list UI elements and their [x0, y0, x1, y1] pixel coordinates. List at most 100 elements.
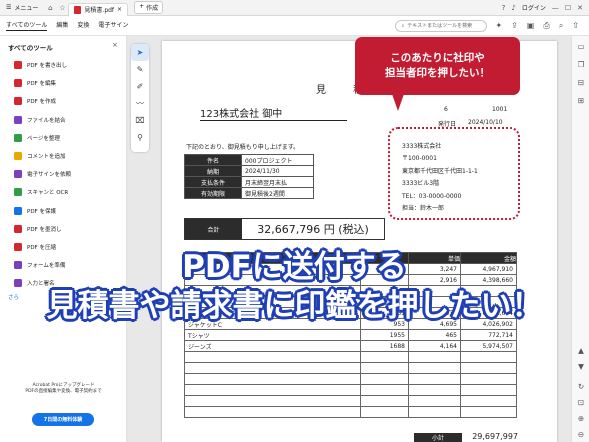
cell-amount: [460, 362, 517, 374]
sidebar-title: すべてのツール: [8, 44, 53, 52]
search-doc-icon[interactable]: ⌕: [559, 21, 563, 31]
quick-tools: ➤ ✎ ✐ 〰 ⌧ ⚲: [131, 44, 149, 152]
tool-icon: [14, 152, 22, 161]
help-icon[interactable]: ?: [502, 4, 506, 12]
text-box-icon[interactable]: ⌧: [131, 112, 149, 129]
sidebar-tool-item[interactable]: コメントを追加: [0, 147, 127, 165]
search-input[interactable]: ⌕ テキストまたはツールを検索: [395, 19, 488, 32]
page-down-icon[interactable]: ▼: [572, 362, 589, 371]
attachments-panel-icon[interactable]: ⊞: [572, 96, 589, 105]
zoom-in-icon[interactable]: ⊕: [572, 414, 589, 423]
tool-icon: [14, 61, 22, 70]
draw-icon[interactable]: 〰: [131, 95, 149, 112]
document-tab[interactable]: 見積書.pdf ×: [68, 2, 129, 16]
total-value: 32,667,796 円 (税込): [257, 223, 369, 236]
cell-amount: [460, 373, 517, 385]
share-icon[interactable]: ⇧: [572, 21, 579, 31]
bookmark-panel-icon[interactable]: ⊟: [572, 78, 589, 87]
sidebar-tool-item[interactable]: スキャンと OCR: [0, 183, 127, 201]
subtotal-label: 小計: [414, 433, 462, 442]
select-cursor-icon[interactable]: ➤: [131, 44, 149, 61]
maximize-icon[interactable]: ☐: [565, 4, 571, 12]
upload-icon[interactable]: ⇪: [511, 21, 518, 31]
tool-icon: [14, 97, 22, 106]
ai-assistant-icon[interactable]: ✦: [495, 21, 502, 31]
client-name: 123株式会社 御中: [200, 109, 283, 120]
sidebar-tool-label: PDF を墨消し: [27, 226, 62, 233]
comment-panel-icon[interactable]: ▭: [572, 42, 589, 51]
menu-all-tools[interactable]: すべてのツール: [6, 20, 48, 31]
table-row: [184, 384, 517, 396]
cell-amount: [460, 384, 517, 396]
sidebar-tool-item[interactable]: ファイルを結合: [0, 111, 127, 129]
tool-icon: [14, 188, 22, 197]
sidebar-tool-item[interactable]: PDF を墨消し: [0, 220, 127, 238]
close-sidebar-icon[interactable]: ×: [112, 41, 118, 49]
tool-icon: [14, 206, 22, 215]
promo-line2: PDFの直接編集や変換、電子契約まで: [25, 389, 102, 394]
upgrade-promo: Acrobat Proにアップグレード PDFの直接編集や変換、電子契約まで: [0, 383, 127, 395]
add-comment-icon[interactable]: ✎: [131, 61, 149, 78]
close-tab-icon[interactable]: ×: [117, 6, 122, 13]
free-trial-button[interactable]: 7日間の無料体験: [32, 413, 94, 426]
bell-icon[interactable]: ♪: [511, 4, 515, 12]
tool-icon: [14, 170, 22, 179]
menu-convert[interactable]: 変換: [77, 20, 89, 31]
fit-page-icon[interactable]: ⊡: [572, 398, 589, 407]
sidebar-tool-label: 電子サインを依頼: [27, 172, 72, 179]
menu-label: メニュー: [14, 5, 39, 12]
highlight-icon[interactable]: ✐: [131, 78, 149, 95]
cell-price: 465: [408, 329, 461, 341]
menu-button[interactable]: ☰ メニュー: [0, 0, 44, 16]
info-row: 支払条件 月末締翌月末払: [184, 176, 314, 188]
stamp-icon[interactable]: ⚲: [131, 129, 149, 146]
sidebar-tool-item[interactable]: 電子サインを依頼: [0, 165, 127, 183]
save-icon[interactable]: ▣: [527, 21, 535, 31]
info-value: 月末締翌月末払: [241, 176, 314, 188]
hamburger-icon: ☰: [6, 4, 12, 11]
doc-number-label: 6: [444, 106, 448, 113]
table-row: [184, 362, 517, 374]
new-tab-label: 作成: [146, 5, 159, 12]
menu-edit[interactable]: 編集: [56, 20, 68, 31]
search-icon: ⌕: [401, 22, 405, 29]
table-row: [184, 373, 517, 385]
login-button[interactable]: ログイン: [522, 3, 546, 12]
home-icon[interactable]: ⌂: [44, 4, 56, 12]
client-underline: [200, 120, 347, 121]
subtotal-value: 29,697,997: [472, 432, 518, 441]
rotate-icon[interactable]: ↻: [572, 382, 589, 391]
sidebar-tool-item[interactable]: ページを整理: [0, 129, 127, 147]
close-window-icon[interactable]: ✕: [577, 4, 583, 12]
star-icon[interactable]: ☆: [56, 4, 68, 12]
info-label: 支払条件: [184, 176, 242, 188]
info-row: 納期 2024/11/30: [184, 165, 314, 177]
info-row: 有効期限 御見積後2週間: [184, 187, 314, 199]
cell-price: [408, 395, 461, 407]
page-up-icon[interactable]: ▲: [572, 346, 589, 355]
cell-item: [184, 395, 361, 407]
tool-icon: [14, 115, 22, 124]
search-placeholder: テキストまたはツールを検索: [407, 23, 473, 29]
cell-qty: [360, 373, 409, 385]
zoom-out-icon[interactable]: ⊖: [572, 430, 589, 439]
cell-price: [408, 351, 461, 363]
sidebar-tool-item[interactable]: PDF を作成: [0, 92, 127, 110]
sidebar-tool-item[interactable]: PDF を書き出し: [0, 56, 127, 74]
tab-title: 見積書.pdf: [84, 7, 115, 14]
minimize-icon[interactable]: —: [552, 4, 559, 12]
cell-qty: [360, 395, 409, 407]
main-toolbar: すべてのツール 編集 変換 電子サイン ⌕ テキストまたはツールを検索 ✦ ⇪ …: [0, 16, 589, 36]
sidebar-tool-item[interactable]: PDF を編集: [0, 74, 127, 92]
tools-sidebar: すべてのツール × PDF を書き出し PDF を編集 PDF を作成ファイルを結合…: [0, 36, 127, 442]
menu-esign[interactable]: 電子サイン: [98, 20, 128, 31]
print-icon[interactable]: ⎙: [543, 21, 549, 31]
cell-item: [184, 373, 361, 385]
cell-item: [184, 384, 361, 396]
sidebar-tool-item[interactable]: PDF を保護: [0, 202, 127, 220]
sidebar-tool-label: PDF を作成: [27, 99, 56, 106]
pages-panel-icon[interactable]: ❐: [572, 60, 589, 69]
new-tab-button[interactable]: + 作成: [134, 1, 164, 14]
right-panel: ▭ ❐ ⊟ ⊞ ▲ ▼ ↻ ⊡ ⊕ ⊖: [571, 36, 589, 442]
cell-item: ジーンズ: [184, 340, 361, 352]
